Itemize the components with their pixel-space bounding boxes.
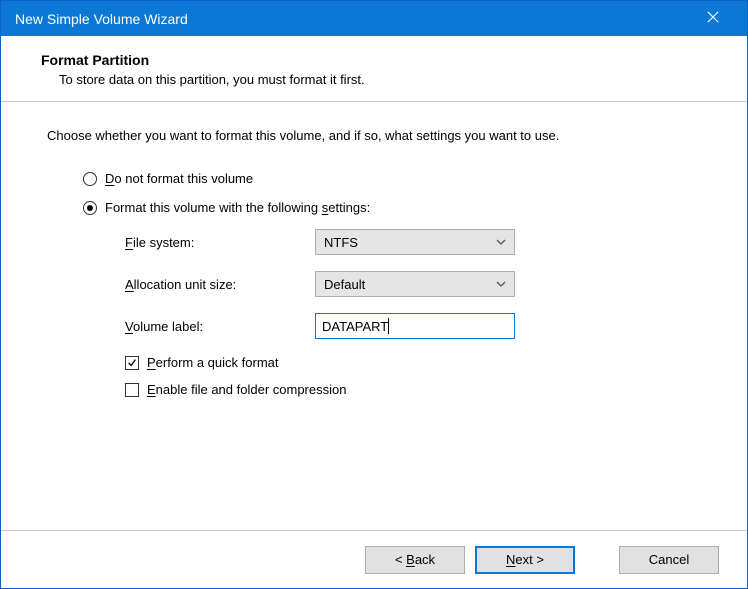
format-settings: File system: NTFS Allocation unit size: <box>125 229 717 397</box>
checkbox-label: Enable file and folder compression <box>147 382 346 397</box>
page-title: Format Partition <box>41 52 727 68</box>
select-value: NTFS <box>324 235 358 250</box>
cancel-button[interactable]: Cancel <box>619 546 719 574</box>
volume-label-label: Volume label: <box>125 319 315 334</box>
button-label: Next > <box>506 552 544 567</box>
button-label: < Back <box>395 552 435 567</box>
window-title: New Simple Volume Wizard <box>15 11 188 27</box>
wizard-window: New Simple Volume Wizard Format Partitio… <box>0 0 748 589</box>
file-system-row: File system: NTFS <box>125 229 717 255</box>
close-button[interactable] <box>693 1 733 36</box>
volume-label-row: Volume label: DATAPART <box>125 313 717 339</box>
radio-icon <box>83 172 97 186</box>
close-icon <box>706 10 720 27</box>
chevron-down-icon <box>496 235 506 250</box>
intro-text: Choose whether you want to format this v… <box>47 128 717 143</box>
file-system-label: File system: <box>125 235 315 250</box>
checkbox-icon <box>125 383 139 397</box>
titlebar: New Simple Volume Wizard <box>1 1 747 36</box>
volume-label-input[interactable]: DATAPART <box>315 313 515 339</box>
allocation-unit-select[interactable]: Default <box>315 271 515 297</box>
checkbox-icon <box>125 356 139 370</box>
button-label: Cancel <box>649 552 689 567</box>
text-caret <box>388 318 389 334</box>
compression-checkbox[interactable]: Enable file and folder compression <box>125 382 717 397</box>
page-subtitle: To store data on this partition, you mus… <box>59 72 727 87</box>
radio-icon <box>83 201 97 215</box>
option-label: Format this volume with the following se… <box>105 200 370 215</box>
wizard-content: Choose whether you want to format this v… <box>1 102 747 530</box>
option-label: Do not format this volume <box>105 171 253 186</box>
select-value: Default <box>324 277 365 292</box>
allocation-unit-row: Allocation unit size: Default <box>125 271 717 297</box>
file-system-select[interactable]: NTFS <box>315 229 515 255</box>
quick-format-checkbox[interactable]: Perform a quick format <box>125 355 717 370</box>
option-format-with-settings[interactable]: Format this volume with the following se… <box>83 200 717 215</box>
chevron-down-icon <box>496 277 506 292</box>
next-button[interactable]: Next > <box>475 546 575 574</box>
back-button[interactable]: < Back <box>365 546 465 574</box>
format-options: Do not format this volume Format this vo… <box>83 171 717 397</box>
allocation-unit-label: Allocation unit size: <box>125 277 315 292</box>
wizard-header: Format Partition To store data on this p… <box>1 36 747 102</box>
checkbox-label: Perform a quick format <box>147 355 279 370</box>
wizard-footer: < Back Next > Cancel <box>1 530 747 588</box>
input-value: DATAPART <box>322 319 388 334</box>
option-do-not-format[interactable]: Do not format this volume <box>83 171 717 186</box>
